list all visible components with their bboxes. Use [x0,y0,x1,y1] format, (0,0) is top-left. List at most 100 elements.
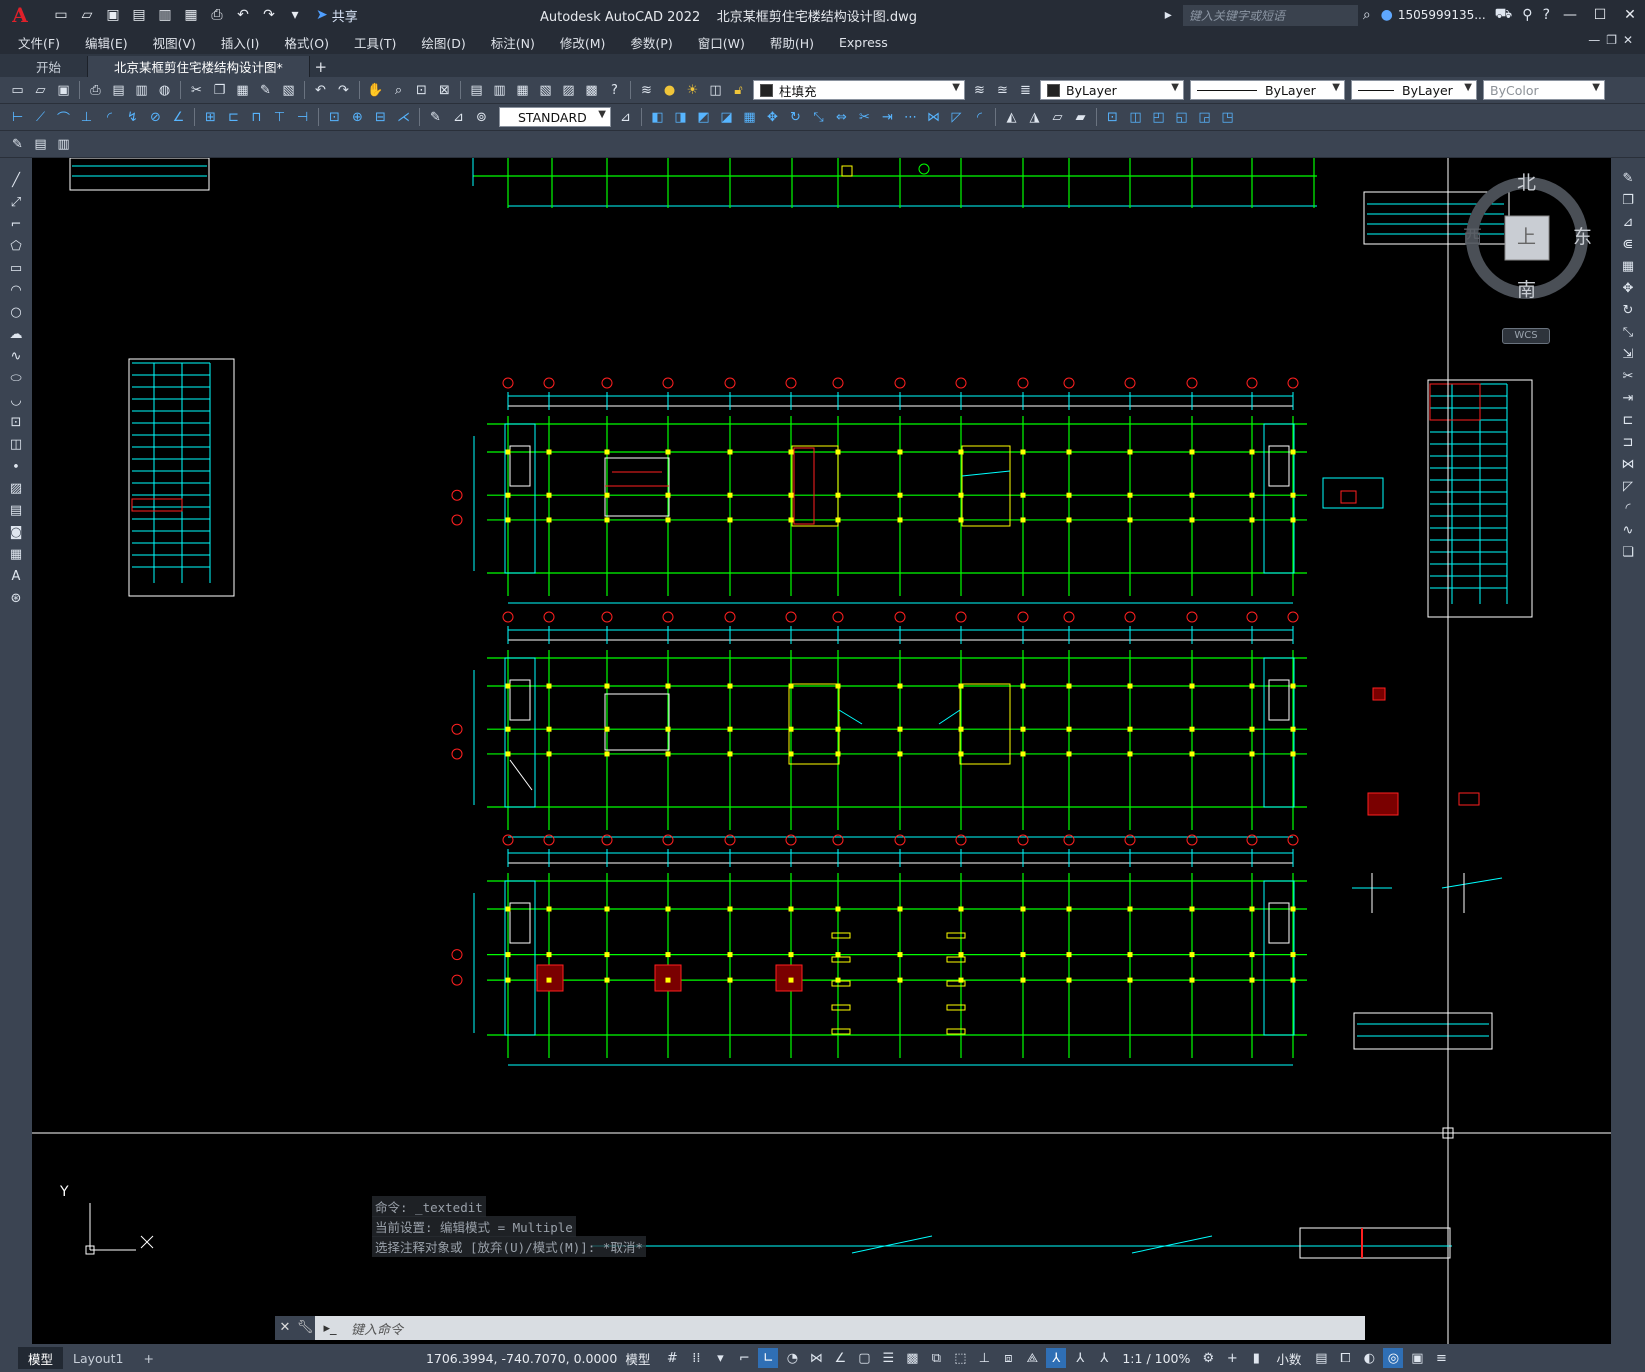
dim-diameter-icon[interactable]: ⊘ [146,108,165,127]
grid-icon[interactable]: # [662,1348,682,1368]
undo-icon[interactable]: ↶ [232,4,254,26]
save-web-icon[interactable]: ▦ [180,4,202,26]
ellipse-icon[interactable]: ⬭ [6,368,26,388]
command-line[interactable]: ✕ 🔧︎ ▸_ 键入命令 [275,1316,1365,1340]
inspection-icon[interactable]: ⊟ [371,108,390,127]
3d-osnap-icon[interactable]: ⬚ [950,1348,970,1368]
autocad-logo-icon[interactable]: A [0,0,40,30]
share-button[interactable]: ➤ 共享 [316,6,358,25]
erase-icon[interactable]: ◧ [648,108,667,127]
layer-lock-icon[interactable]: 🔓︎ [729,81,748,100]
wcs-menu[interactable]: WCS [1502,328,1550,344]
quick-properties-panel-icon[interactable]: ▤ [1311,1348,1331,1368]
plot-icon[interactable]: ⎙ [86,81,105,100]
copy-icon[interactable]: ❐ [210,81,229,100]
explode-icon[interactable]: ❏ [1618,542,1638,562]
calculator-icon[interactable]: ▩ [582,81,601,100]
trim-icon[interactable]: ✂ [855,108,874,127]
text-front-icon[interactable]: ▰ [1071,108,1090,127]
selection-filter-icon[interactable]: ⧈ [998,1348,1018,1368]
stretch-icon[interactable]: ⇲ [1618,344,1638,364]
line-icon[interactable]: ╱ [6,170,26,190]
mirror-icon[interactable]: ⊿ [1618,212,1638,232]
lineweight-icon[interactable]: ☰ [878,1348,898,1368]
open-web-icon[interactable]: ▥ [154,4,176,26]
jogged-linear-icon[interactable]: ⋌ [394,108,413,127]
hardware-acceleration-icon[interactable]: ◎ [1383,1348,1404,1368]
menu-insert[interactable]: 插入(I) [221,33,259,52]
tool-palettes-icon[interactable]: ▦ [513,81,532,100]
publish-icon[interactable]: ▥ [132,81,151,100]
object-snap-tracking-icon[interactable]: ∠ [830,1348,850,1368]
menu-draw[interactable]: 绘图(D) [421,33,465,52]
layer-on-icon[interactable]: ● [660,81,679,100]
match-properties-icon[interactable]: ✎ [256,81,275,100]
help-icon[interactable]: ? [1543,7,1550,23]
customize-icon[interactable]: 🔧︎ [295,1316,315,1340]
cut-icon[interactable]: ✂ [187,81,206,100]
ellipse-arc-icon[interactable]: ◡ [6,390,26,410]
make-block-icon[interactable]: ◫ [6,434,26,454]
model-space-toggle[interactable]: 模型 [625,1349,650,1368]
tolerance-icon[interactable]: ⊡ [325,108,344,127]
ortho-icon[interactable]: ∟ [758,1348,779,1368]
xref-icon[interactable]: ◳ [1218,108,1237,127]
annotation-scale[interactable]: 1:1 / 100% [1122,1351,1190,1366]
lock-ui-icon[interactable]: ⧠ [1335,1348,1355,1368]
paste-icon[interactable]: ▦ [233,81,252,100]
compass-south[interactable]: 南 [1517,275,1536,302]
menu-file[interactable]: 文件(F) [18,33,60,52]
properties-icon[interactable]: ▤ [467,81,486,100]
copy-object-icon[interactable]: ◨ [671,108,690,127]
save-icon[interactable]: ▣ [54,81,73,100]
transparency-icon[interactable]: ▩ [902,1348,922,1368]
zoom-realtime-icon[interactable]: ⌕ [389,81,408,100]
move-icon[interactable]: ✥ [763,108,782,127]
layer-properties-icon[interactable]: ≋ [637,81,656,100]
dim-space-icon[interactable]: ⊤ [270,108,289,127]
arc-icon[interactable]: ◠ [6,280,26,300]
make-current-layer-icon[interactable]: ≋ [970,81,989,100]
menu-edit[interactable]: 编辑(E) [85,33,128,52]
draw-order-icon[interactable]: ◭ [1002,108,1021,127]
adjust-icon[interactable]: ◲ [1195,108,1214,127]
erase-icon[interactable]: ✎ [1618,168,1638,188]
expand-search-icon[interactable]: ▸ [1165,7,1172,23]
find-replace-icon[interactable]: ▤ [31,135,50,154]
command-input[interactable]: 键入命令 [351,1319,403,1338]
mirror-icon[interactable]: ◩ [694,108,713,127]
move-icon[interactable]: ✥ [1618,278,1638,298]
pan-icon[interactable]: ✋ [366,81,385,100]
copy-icon[interactable]: ❐ [1618,190,1638,210]
auto-scale-icon[interactable]: ⅄ [1070,1348,1090,1368]
drawing-area[interactable]: 北 南 东 西 上 WCS Y 命令: _textedit 当前设置: 编辑模式… [32,158,1611,1344]
zoom-previous-icon[interactable]: ⊠ [435,81,454,100]
a360-icon[interactable]: ⚲ [1522,7,1532,23]
viewcube-top-label[interactable]: 上 [1517,222,1536,249]
annotation-visibility-icon[interactable]: ⅄ [1046,1348,1067,1368]
3d-dwf-icon[interactable]: ◍ [155,81,174,100]
spell-check-icon[interactable]: ▥ [54,135,73,154]
compass-east[interactable]: 东 [1573,222,1592,249]
scale-icon[interactable]: ⤡ [1618,322,1638,342]
search-icon[interactable]: ⌕ [1363,7,1371,23]
layer-viewport-icon[interactable]: ◫ [706,81,725,100]
workspace-gear-icon[interactable]: ⚙ [1198,1348,1218,1368]
fillet-icon[interactable]: ◜ [1618,498,1638,518]
quick-dim-icon[interactable]: ⊞ [201,108,220,127]
break-icon[interactable]: ⋯ [901,108,920,127]
gradient-icon[interactable]: ▤ [6,500,26,520]
dimstyle-dropdown[interactable]: STANDARD ▼ [499,107,611,127]
dim-arc-icon[interactable]: ⌒ [54,108,73,127]
plot-preview-icon[interactable]: ▤ [109,81,128,100]
add-layout-icon[interactable]: + [133,1347,163,1369]
dim-update-icon[interactable]: ⊚ [472,108,491,127]
layer-state-icon[interactable]: ≣ [1016,81,1035,100]
dynamic-ucs-icon[interactable]: ⊥ [974,1348,994,1368]
new-icon[interactable]: ▭ [8,81,27,100]
add-selected-icon[interactable]: ⊛ [6,588,26,608]
join-icon[interactable]: ⋈ [924,108,943,127]
insert-block-icon[interactable]: ⊡ [6,412,26,432]
menu-express[interactable]: Express [839,35,888,50]
rotate-icon[interactable]: ↻ [786,108,805,127]
